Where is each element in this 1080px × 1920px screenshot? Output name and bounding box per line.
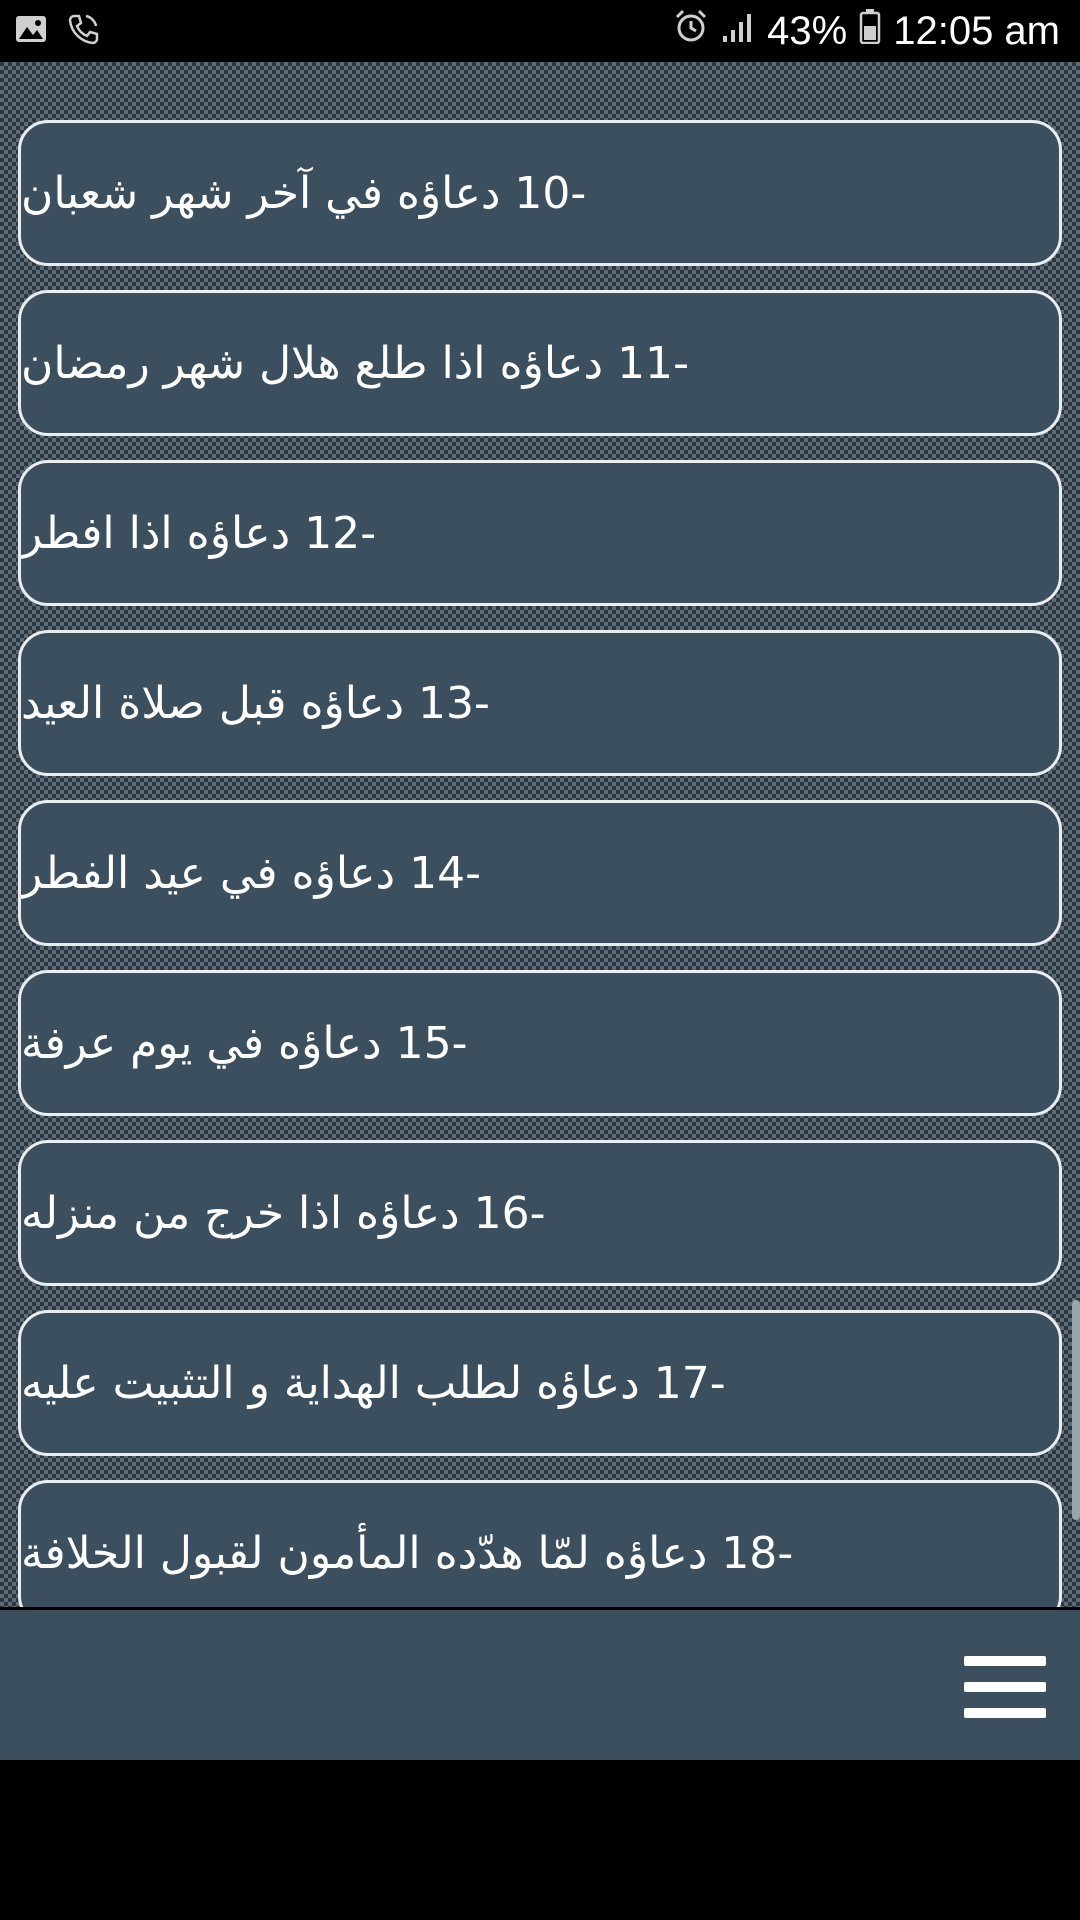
list-item-label: -13 دعاؤه قبل صلاة العيد: [21, 677, 490, 729]
image-icon: [14, 12, 48, 50]
list-item-label: -18 دعاؤه لمّا هدّده المأمون لقبول الخلا…: [21, 1527, 794, 1579]
list-item-label: -10 دعاؤه في آخر شهر شعبان: [21, 167, 587, 219]
phone-call-icon: [66, 12, 100, 50]
list-item[interactable]: -14 دعاؤه في عيد الفطر: [18, 800, 1062, 946]
dua-list-screen[interactable]: -10 دعاؤه في آخر شهر شعبان -11 دعاؤه اذا…: [0, 62, 1080, 1607]
clock: 12:05 am: [893, 8, 1060, 53]
list-item-label: -17 دعاؤه لطلب الهداية و التثبيت عليه: [21, 1357, 726, 1409]
notification-icons: [14, 12, 100, 50]
list-item[interactable]: -12 دعاؤه اذا افطر: [18, 460, 1062, 606]
battery-percent: 43%: [767, 8, 848, 53]
dua-list: -10 دعاؤه في آخر شهر شعبان -11 دعاؤه اذا…: [18, 120, 1062, 1607]
system-navigation-area: [0, 1760, 1080, 1920]
status-bar: 43% 12:05 am: [0, 0, 1080, 62]
list-item[interactable]: -16 دعاؤه اذا خرج من منزله: [18, 1140, 1062, 1286]
signal-icon: [721, 9, 755, 54]
list-item-label: -14 دعاؤه في عيد الفطر: [21, 847, 481, 899]
list-item-label: -16 دعاؤه اذا خرج من منزله: [21, 1187, 546, 1239]
list-item[interactable]: -15 دعاؤه في يوم عرفة: [18, 970, 1062, 1116]
bottom-toolbar: [0, 1610, 1080, 1760]
list-item[interactable]: -18 دعاؤه لمّا هدّده المأمون لقبول الخلا…: [18, 1480, 1062, 1607]
scrollbar-thumb[interactable]: [1072, 1300, 1080, 1520]
hamburger-menu-icon[interactable]: [964, 1656, 1046, 1718]
list-item[interactable]: -11 دعاؤه اذا طلع هلال شهر رمضان: [18, 290, 1062, 436]
battery-icon: [859, 8, 881, 54]
list-item[interactable]: -13 دعاؤه قبل صلاة العيد: [18, 630, 1062, 776]
list-item-label: -15 دعاؤه في يوم عرفة: [21, 1017, 468, 1069]
list-item[interactable]: -10 دعاؤه في آخر شهر شعبان: [18, 120, 1062, 266]
list-item-label: -12 دعاؤه اذا افطر: [21, 507, 377, 559]
list-item[interactable]: -17 دعاؤه لطلب الهداية و التثبيت عليه: [18, 1310, 1062, 1456]
list-item-label: -11 دعاؤه اذا طلع هلال شهر رمضان: [21, 337, 689, 389]
system-status: 43% 12:05 am: [673, 8, 1060, 54]
alarm-icon: [673, 8, 709, 54]
